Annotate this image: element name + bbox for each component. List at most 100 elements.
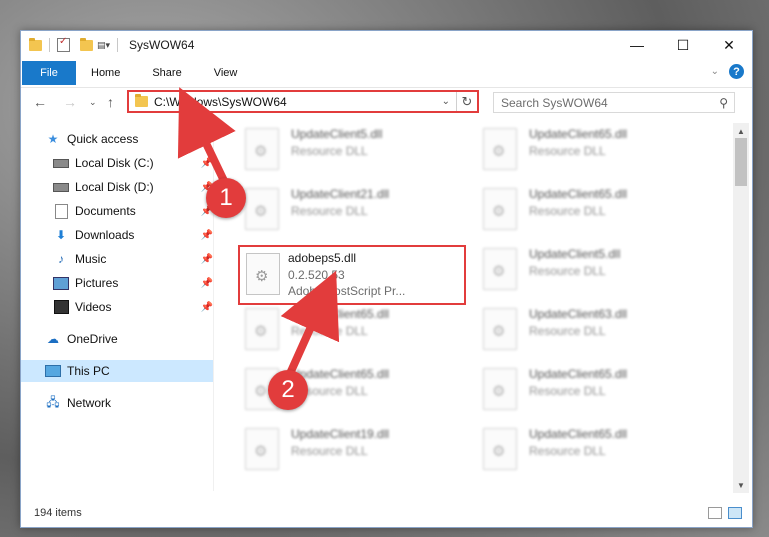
file-item[interactable]: UpdateClient19.dll Resource DLL — [241, 424, 461, 478]
search-box[interactable]: Search SysWOW64 ⚲ — [493, 92, 735, 113]
sidebar-item-label: Music — [75, 252, 107, 266]
sidebar-item-label: Local Disk (D:) — [75, 180, 154, 194]
sidebar-item-local-disk-c[interactable]: Local Disk (C:) 📌 — [21, 152, 213, 174]
file-item[interactable]: UpdateClient65.dll Resource DLL — [479, 424, 699, 478]
file-item[interactable]: UpdateClient63.dll Resource DLL — [479, 304, 699, 358]
file-item[interactable]: UpdateClient65.dll Resource DLL — [241, 304, 461, 358]
help-icon[interactable]: ? — [729, 64, 744, 79]
sidebar-item-onedrive[interactable]: ☁ OneDrive — [21, 328, 213, 350]
sidebar-item-network[interactable]: 🖧 Network — [21, 392, 213, 414]
file-name: UpdateClient21.dll — [291, 187, 390, 201]
tab-share[interactable]: Share — [152, 67, 181, 79]
videos-icon — [53, 300, 69, 314]
file-item[interactable]: UpdateClient5.dll Resource DLL — [241, 124, 461, 178]
sidebar-item-downloads[interactable]: ⬇ Downloads 📌 — [21, 224, 213, 246]
sidebar-item-videos[interactable]: Videos 📌 — [21, 296, 213, 318]
sidebar-item-pictures[interactable]: Pictures 📌 — [21, 272, 213, 294]
maximize-button[interactable]: ☐ — [660, 31, 706, 59]
sidebar-item-documents[interactable]: Documents 📌 — [21, 200, 213, 222]
dll-file-icon — [483, 368, 517, 410]
dll-file-icon — [245, 428, 279, 470]
status-bar: 194 items — [21, 501, 752, 525]
ribbon: File Home Share View ⌄ ? — [21, 59, 752, 88]
file-item-adobeps5[interactable]: adobeps5.dll 0.2.520.53 Adobe PostScript… — [238, 245, 466, 305]
sidebar-item-label: Videos — [75, 300, 112, 314]
sidebar-item-music[interactable]: ♪ Music 📌 — [21, 248, 213, 270]
pin-icon[interactable]: 📌 — [201, 254, 213, 265]
scrollbar-thumb[interactable] — [735, 138, 747, 186]
pane-divider[interactable] — [213, 123, 214, 491]
file-description: Resource DLL — [529, 324, 606, 338]
quick-access-toolbar: ▤▾ — [29, 36, 121, 52]
toolbar-separator — [117, 38, 119, 52]
dll-file-icon — [483, 128, 517, 170]
properties-icon[interactable] — [57, 36, 70, 52]
pin-icon[interactable]: 📌 — [201, 278, 213, 289]
sidebar-item-label: Documents — [75, 204, 136, 218]
pin-icon[interactable]: 📌 — [201, 302, 213, 313]
file-explorer-window: ▤▾ SysWOW64 — ☐ ✕ File Home Share View ⌄… — [20, 30, 753, 528]
address-row: ← → ⌄ ↑ C:\Windows\SysWOW64 ⌄ ↻ Search S… — [21, 88, 752, 118]
dll-file-icon — [483, 428, 517, 470]
pin-icon[interactable]: 📌 — [201, 158, 213, 169]
address-bar[interactable]: C:\Windows\SysWOW64 ⌄ ↻ — [127, 90, 479, 113]
file-version: 0.2.520.53 — [288, 268, 345, 282]
file-description: Resource DLL — [529, 204, 606, 218]
sidebar-item-label: Local Disk (C:) — [75, 156, 154, 170]
sidebar-item-label: Quick access — [67, 132, 139, 146]
file-description: Resource DLL — [291, 144, 368, 158]
pin-icon[interactable]: 📌 — [201, 230, 213, 241]
expand-ribbon-icon[interactable]: ⌄ — [711, 66, 719, 77]
search-icon[interactable]: ⚲ — [719, 96, 728, 110]
folder-icon[interactable] — [29, 37, 42, 51]
sidebar-item-label: Network — [67, 396, 112, 410]
dll-file-icon — [483, 248, 517, 290]
customize-toolbar-icon[interactable]: ▤▾ — [97, 40, 110, 51]
file-description: Resource DLL — [291, 444, 368, 458]
forward-arrow-icon[interactable]: → — [63, 94, 77, 110]
sidebar-item-label: This PC — [67, 364, 110, 378]
tab-file[interactable]: File — [22, 61, 76, 85]
file-description: Resource DLL — [529, 144, 606, 158]
window-title: SysWOW64 — [129, 38, 195, 52]
file-name: UpdateClient5.dll — [529, 247, 621, 261]
details-view-icon[interactable] — [708, 507, 722, 519]
sidebar-item-quick-access[interactable]: ★ Quick access — [21, 128, 213, 150]
sidebar-item-this-pc[interactable]: This PC — [21, 360, 213, 382]
tab-view[interactable]: View — [214, 67, 238, 79]
sidebar-item-label: OneDrive — [67, 332, 118, 346]
scroll-down-icon[interactable]: ▼ — [733, 477, 749, 493]
file-name: UpdateClient63.dll — [529, 307, 628, 321]
folder-icon — [135, 94, 148, 107]
tab-home[interactable]: Home — [91, 67, 120, 79]
address-path[interactable]: C:\Windows\SysWOW64 — [154, 95, 442, 109]
scroll-up-icon[interactable]: ▲ — [733, 123, 749, 139]
vertical-scrollbar[interactable]: ▲ ▼ — [733, 123, 749, 493]
close-button[interactable]: ✕ — [706, 31, 752, 59]
minimize-button[interactable]: — — [614, 31, 660, 59]
toolbar-separator — [49, 38, 50, 52]
step-callout-2: 2 — [268, 370, 308, 410]
new-folder-icon[interactable] — [80, 37, 93, 51]
file-item[interactable]: UpdateClient5.dll Resource DLL — [479, 244, 699, 298]
up-arrow-icon[interactable]: ↑ — [107, 94, 114, 110]
file-description: Resource DLL — [291, 204, 368, 218]
back-arrow-icon[interactable]: ← — [33, 94, 47, 110]
refresh-icon[interactable]: ↻ — [456, 92, 477, 111]
file-description: Resource DLL — [291, 324, 368, 338]
file-item[interactable]: UpdateClient21.dll Resource DLL — [241, 184, 461, 238]
file-item[interactable]: UpdateClient65.dll Resource DLL — [479, 184, 699, 238]
search-input[interactable]: Search SysWOW64 — [501, 96, 719, 110]
file-name: UpdateClient19.dll — [291, 427, 390, 441]
pictures-icon — [53, 276, 69, 290]
file-item[interactable]: UpdateClient65.dll Resource DLL — [479, 364, 699, 418]
large-icons-view-icon[interactable] — [728, 507, 742, 519]
item-count: 194 items — [34, 507, 82, 519]
sidebar-item-local-disk-d[interactable]: Local Disk (D:) 📌 — [21, 176, 213, 198]
recent-locations-icon[interactable]: ⌄ — [89, 97, 97, 108]
address-dropdown-icon[interactable]: ⌄ — [442, 96, 450, 107]
step-callout-1: 1 — [206, 178, 246, 218]
file-item[interactable]: UpdateClient65.dll Resource DLL — [479, 124, 699, 178]
music-icon: ♪ — [58, 252, 64, 266]
network-icon: 🖧 — [46, 394, 60, 409]
